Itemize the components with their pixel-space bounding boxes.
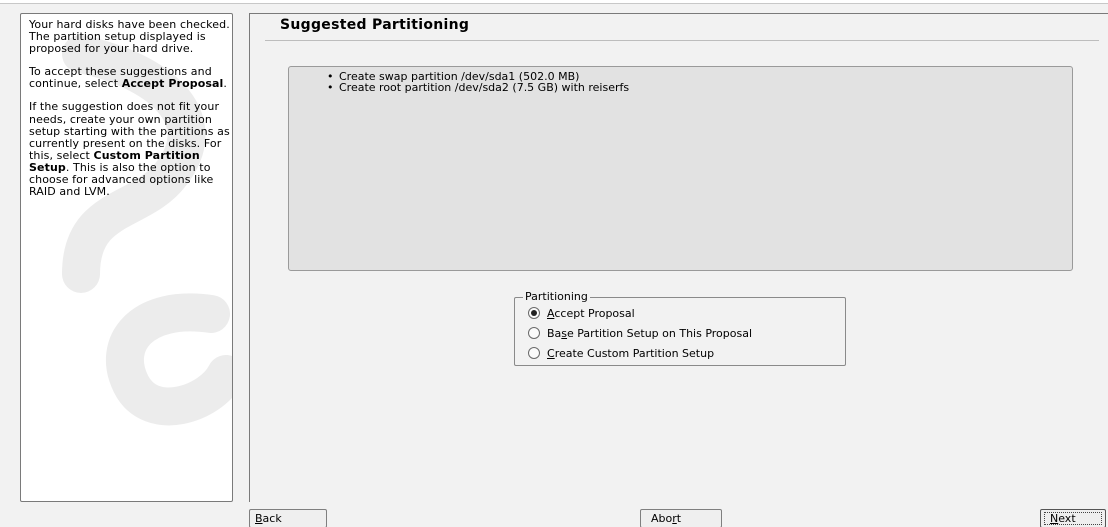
- radio-label: Accept Proposal: [547, 306, 635, 320]
- proposal-summary: Create swap partition /dev/sda1 (502.0 M…: [288, 66, 1073, 271]
- abort-button[interactable]: Abort: [640, 509, 722, 527]
- radio-unselected-icon[interactable]: [528, 347, 540, 359]
- proposal-item: Create root partition /dev/sda2 (7.5 GB)…: [327, 82, 1072, 93]
- title-divider: [265, 40, 1099, 41]
- radio-base-partition-setup[interactable]: Base Partition Setup on This Proposal: [528, 325, 752, 341]
- page-title: Suggested Partitioning: [280, 17, 470, 33]
- back-button[interactable]: Back: [249, 509, 327, 527]
- radio-create-custom-partition-setup[interactable]: Create Custom Partition Setup: [528, 345, 714, 361]
- help-panel: Your hard disks have been checked. The p…: [20, 13, 233, 502]
- radio-label: Base Partition Setup on This Proposal: [547, 326, 753, 340]
- radio-label: Create Custom Partition Setup: [547, 346, 715, 360]
- help-paragraph-3: If the suggestion does not fit your need…: [29, 100, 230, 199]
- top-border: [0, 0, 1108, 4]
- help-paragraph-2: To accept these suggestions and continue…: [29, 65, 228, 91]
- help-paragraph-1: Your hard disks have been checked. The p…: [29, 18, 230, 56]
- radio-accept-proposal[interactable]: Accept Proposal: [528, 305, 635, 321]
- partitioning-group-label: Partitioning: [523, 290, 590, 303]
- focus-ring: [1044, 512, 1102, 525]
- radio-selected-icon[interactable]: [528, 307, 540, 319]
- radio-unselected-icon[interactable]: [528, 327, 540, 339]
- next-button[interactable]: Next: [1040, 509, 1106, 527]
